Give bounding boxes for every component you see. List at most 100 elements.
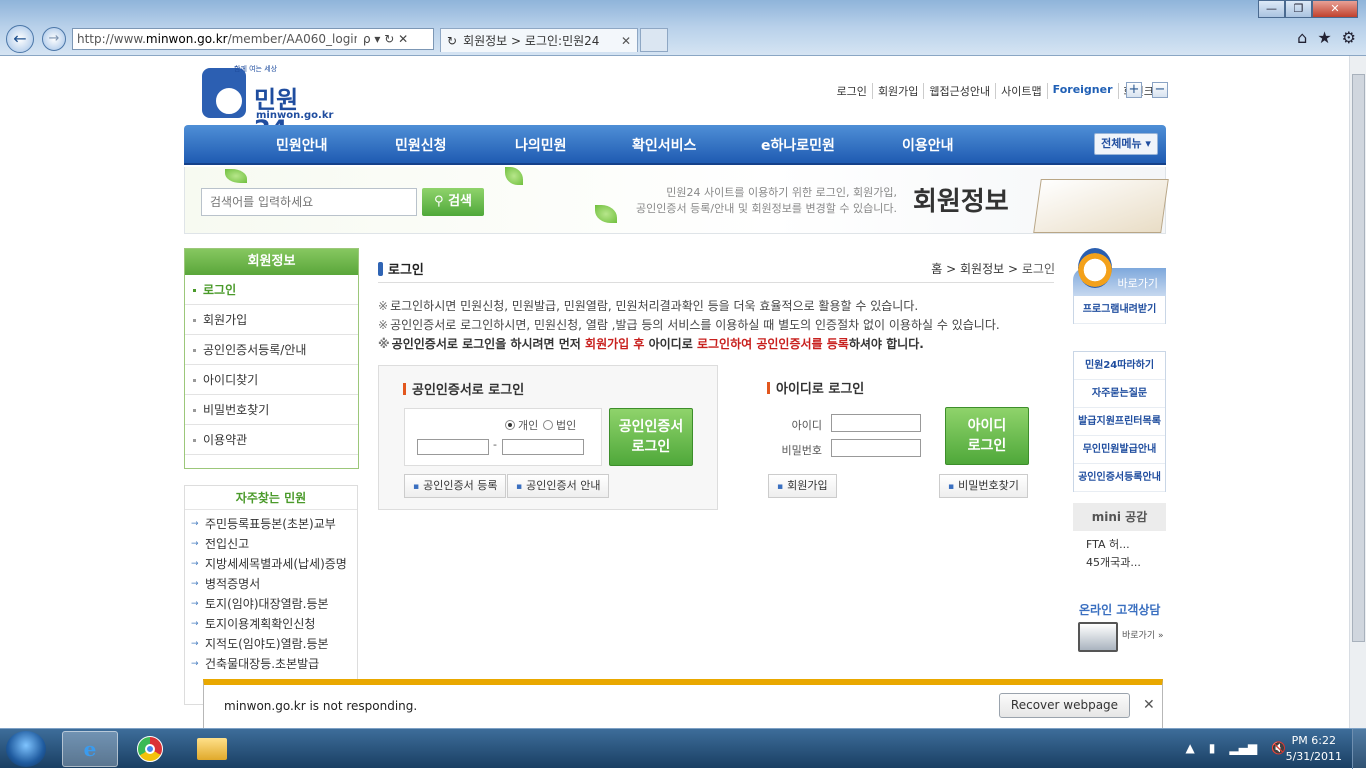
browser-tab[interactable]: ↻ 회원정보 > 로그인:민원24 ✕: [440, 28, 638, 52]
toolbar-icons: ⌂ ★ ⚙: [1297, 28, 1356, 47]
browser-chrome: — ❐ ✕ ← → http://www.minwon.go.kr/member…: [0, 0, 1366, 56]
frequent-item[interactable]: 주민등록표등본(초본)교부: [191, 514, 357, 534]
all-menu-button[interactable]: 전체메뉴 ▾: [1094, 133, 1158, 155]
frequent-item[interactable]: 토지이용계획확인신청: [191, 614, 357, 634]
search-input[interactable]: [201, 188, 417, 216]
nav-e-hanaro[interactable]: e하나로민원: [761, 135, 835, 155]
forward-button[interactable]: →: [42, 27, 66, 51]
ssn-back-input[interactable]: [502, 439, 584, 455]
online-consult-title[interactable]: 온라인 고객상담: [1079, 601, 1160, 618]
clock-date: 5/31/2011: [1285, 750, 1342, 763]
id-login-button[interactable]: 아이디 로그인: [945, 407, 1029, 465]
ssn-dash: -: [493, 438, 497, 451]
cert-login-title: 공인인증서로 로그인: [403, 379, 524, 398]
radio-corporate[interactable]: 법인: [543, 417, 576, 433]
quick-link-guide[interactable]: 민원24따라하기: [1074, 352, 1165, 380]
frequent-item[interactable]: 건축물대장등.초본발급: [191, 654, 357, 674]
password-label: 비밀번호: [781, 444, 822, 457]
monitor-icon: [1078, 622, 1118, 652]
radio-corporate-icon[interactable]: [543, 420, 553, 430]
side-item-login[interactable]: 로그인: [185, 275, 358, 305]
site-logo[interactable]: 함께 여는 세상 민원24 minwon.go.kr: [200, 64, 333, 143]
quick-link-faq[interactable]: 자주묻는질문: [1074, 380, 1165, 408]
scrollbar-thumb[interactable]: [1352, 74, 1365, 642]
breadcrumb-home[interactable]: 홈: [931, 262, 942, 276]
nav-check-service[interactable]: 확인서비스: [632, 135, 696, 155]
frequent-item[interactable]: 전입신고: [191, 534, 357, 554]
cert-register-button[interactable]: 공인인증서 등록: [404, 474, 507, 498]
zoom-out-button[interactable]: −: [1152, 82, 1168, 98]
nav-my-civil[interactable]: 나의민원: [515, 135, 567, 155]
tab-close-icon[interactable]: ✕: [621, 34, 631, 48]
quick-download: 프로그램내려받기: [1073, 296, 1166, 324]
battery-icon[interactable]: ▮: [1209, 741, 1216, 755]
toplink-sitemap[interactable]: 사이트맵: [996, 83, 1048, 99]
news-item[interactable]: 45개국과...: [1086, 554, 1141, 572]
toplink-login[interactable]: 로그인: [832, 83, 873, 99]
side-item-find-pw[interactable]: 비밀번호찾기: [185, 395, 358, 425]
search-button[interactable]: ⚲ 검색: [422, 188, 484, 216]
zoom-in-button[interactable]: +: [1126, 82, 1142, 98]
recover-webpage-button[interactable]: Recover webpage: [999, 693, 1130, 718]
cert-login-button[interactable]: 공인인증서 로그인: [609, 408, 693, 466]
tools-gear-icon[interactable]: ⚙: [1342, 28, 1356, 47]
toplink-accessibility[interactable]: 웹접근성안내: [924, 83, 997, 99]
toplink-join[interactable]: 회원가입: [873, 83, 925, 99]
news-item[interactable]: FTA 허...: [1086, 536, 1141, 554]
favorites-icon[interactable]: ★: [1317, 28, 1331, 47]
clock-time: PM 6:22: [1291, 734, 1336, 747]
quick-link-cert[interactable]: 공인인증서등록안내: [1074, 464, 1165, 492]
note-1: 로그인하시면 민원신청, 민원발급, 민원열람, 민원처리결과확인 등을 더욱 …: [378, 297, 1000, 316]
nav-civil-guide[interactable]: 민원안내: [276, 135, 328, 155]
frequent-item[interactable]: 토지(임야)대장열람.등본: [191, 594, 357, 614]
id-input[interactable]: [831, 414, 921, 432]
ie-taskbar-icon[interactable]: e: [62, 731, 118, 767]
volume-muted-icon[interactable]: 🔇: [1271, 741, 1286, 755]
vertical-scrollbar[interactable]: [1349, 56, 1366, 728]
mini-gonggam[interactable]: mini 공감: [1073, 503, 1166, 531]
quick-link-printers[interactable]: 발급지원프린터목록: [1074, 408, 1165, 436]
tab-title: 회원정보 > 로그인:민원24: [463, 34, 600, 48]
toplink-foreigner[interactable]: Foreigner: [1048, 83, 1119, 99]
side-item-find-id[interactable]: 아이디찾기: [185, 365, 358, 395]
quick-link-kiosk[interactable]: 무인민원발급안내: [1074, 436, 1165, 464]
cert-input-area: 개인 법인 -: [404, 408, 602, 466]
logo-face-icon: [214, 86, 244, 116]
explorer-taskbar-icon[interactable]: [184, 731, 240, 767]
show-desktop-button[interactable]: [1352, 729, 1366, 769]
consult-go-link[interactable]: 바로가기 »: [1122, 628, 1164, 641]
nav-civil-apply[interactable]: 민원신청: [395, 135, 447, 155]
address-controls[interactable]: ρ ▾ ↻ ✕: [363, 32, 408, 46]
address-bar[interactable]: http://www.minwon.go.kr/member/AA060_log…: [72, 28, 434, 50]
quick-download-link[interactable]: 프로그램내려받기: [1074, 296, 1165, 324]
minimize-button[interactable]: —: [1258, 0, 1285, 18]
signal-icon[interactable]: ▂▄▆: [1229, 741, 1257, 755]
show-hidden-icons-icon[interactable]: ▲: [1186, 741, 1195, 755]
home-icon[interactable]: ⌂: [1297, 28, 1307, 47]
join-button[interactable]: 회원가입: [768, 474, 837, 498]
radio-personal-checked-icon[interactable]: [505, 420, 515, 430]
address-url[interactable]: http://www.minwon.go.kr/member/AA060_log…: [77, 32, 357, 46]
new-tab-button[interactable]: [640, 28, 668, 52]
nav-usage-guide[interactable]: 이용안내: [902, 135, 954, 155]
radio-personal[interactable]: 개인: [505, 417, 538, 433]
frequent-item[interactable]: 병적증명서: [191, 574, 357, 594]
side-menu: 회원정보 로그인 회원가입 공인인증서등록/안내 아이디찾기 비밀번호찾기 이용…: [184, 248, 359, 469]
close-window-button[interactable]: ✕: [1312, 0, 1358, 18]
frequent-item[interactable]: 지방세세목별과세(납세)증명: [191, 554, 357, 574]
side-item-terms[interactable]: 이용약관: [185, 425, 358, 455]
breadcrumb-member[interactable]: 회원정보: [960, 262, 1004, 276]
side-item-join[interactable]: 회원가입: [185, 305, 358, 335]
start-button-icon[interactable]: [6, 731, 46, 767]
find-password-button[interactable]: 비밀번호찾기: [939, 474, 1028, 498]
password-input[interactable]: [831, 439, 921, 457]
side-item-cert-register[interactable]: 공인인증서등록/안내: [185, 335, 358, 365]
clock[interactable]: PM 6:22 5/31/2011: [1286, 733, 1342, 765]
notification-close-icon[interactable]: ✕: [1143, 697, 1155, 713]
back-button[interactable]: ←: [6, 25, 34, 53]
cert-guide-button[interactable]: 공인인증서 안내: [507, 474, 610, 498]
ssn-front-input[interactable]: [417, 439, 489, 455]
chrome-taskbar-icon[interactable]: [122, 731, 178, 767]
maximize-button[interactable]: ❐: [1285, 0, 1312, 18]
frequent-item[interactable]: 지적도(임야도)열람.등본: [191, 634, 357, 654]
